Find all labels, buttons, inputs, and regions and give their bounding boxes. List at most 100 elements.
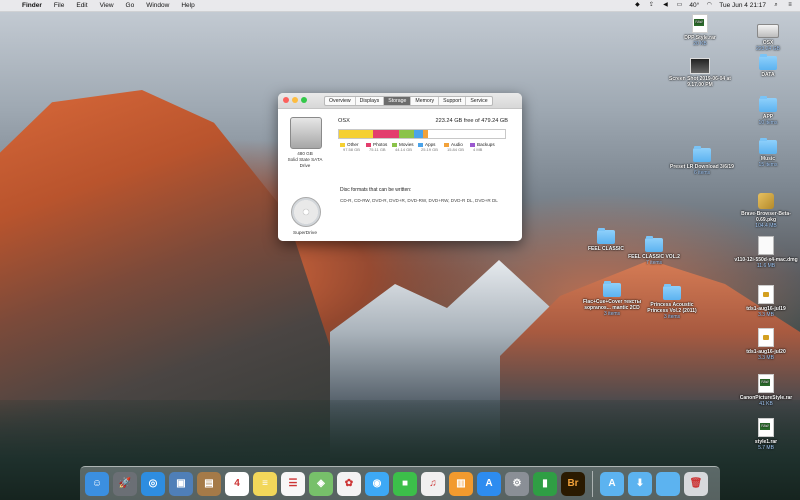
legend-item-photos: Photos 75.11 GB	[366, 142, 392, 152]
desktop-folder-app[interactable]: APP 10 items	[736, 96, 800, 126]
storage-panel: 480 GB Solid State SATA Drive OSX 223.24…	[278, 109, 522, 241]
desktop-file-dmg[interactable]: v110-12i-550d-x4-mac.dmg 11.6 MB	[734, 236, 798, 269]
dock-downloads-icon[interactable]: ⬇	[628, 471, 652, 496]
dock-messages-icon[interactable]: ◉	[365, 471, 389, 496]
desktop-folder-flac[interactable]: Flac+Cue+Cover тексты sopranos... mantic…	[580, 281, 644, 317]
dock-calendar-icon[interactable]: 4	[225, 471, 249, 496]
upload-icon[interactable]: ⇪	[647, 2, 655, 9]
file-size: 11.6 MB	[756, 263, 776, 269]
volume-icon[interactable]: ◀	[661, 2, 669, 9]
folder-icon	[663, 284, 681, 300]
tab-memory[interactable]: Memory	[411, 97, 440, 105]
menu-file[interactable]: File	[48, 2, 70, 9]
dock-system-preferences-icon[interactable]: ⚙	[505, 471, 529, 496]
folder-label: DATA	[761, 72, 775, 78]
locked-file-icon	[758, 328, 774, 347]
title-bar[interactable]: Overview Displays Storage Memory Support…	[278, 93, 522, 109]
rar-file-icon	[758, 374, 774, 393]
menu-finder[interactable]: Finder	[16, 2, 48, 9]
dock-separator	[592, 470, 593, 497]
dock-applications-icon[interactable]: A	[600, 471, 624, 496]
menu-help[interactable]: Help	[175, 2, 200, 9]
disk-image-icon	[758, 236, 774, 255]
menu-view[interactable]: View	[94, 2, 120, 9]
clock[interactable]: Tue Jun 4 21:17	[719, 2, 766, 9]
dock-photos-icon[interactable]: ✿	[337, 471, 361, 496]
tab-displays[interactable]: Displays	[356, 97, 385, 105]
notification-center-icon[interactable]: ≡	[786, 2, 794, 9]
desktop-file-tds1-jul20[interactable]: tds1-aug16-jul20 3.3 MB	[734, 328, 798, 361]
battery-icon[interactable]: ▭	[675, 2, 683, 9]
desktop-folder-feel-classic-vol2[interactable]: FEEL CLASSIC VOL.2 7 items	[622, 236, 686, 266]
dock-finder-icon[interactable]: ☺	[85, 471, 109, 496]
desktop-file-dpp-style[interactable]: DPP Style.rar 20 KB	[668, 14, 732, 47]
dock-documents-icon[interactable]	[656, 471, 680, 496]
storage-segment-movies[interactable]	[398, 130, 415, 138]
dock-bridge-icon[interactable]: Br	[561, 471, 585, 496]
file-size: 3.3 MB	[758, 312, 774, 318]
folder-icon	[759, 54, 777, 70]
desktop-file-tds1-jul19[interactable]: tds1-aug16-jul19 3.3 MB	[734, 285, 798, 318]
folder-label: Flac+Cue+Cover тексты sopranos... mantic…	[582, 299, 642, 311]
legend-swatch	[366, 142, 371, 147]
menu-go[interactable]: Go	[120, 2, 141, 9]
desktop-folder-princess[interactable]: Princess Acoustic Princess Vol.2 (2011) …	[640, 284, 704, 320]
status-area: ◆ ⇪ ◀ ▭ 40° ◠ Tue Jun 4 21:17 ⌕ ≡	[633, 2, 800, 9]
dock-trash-icon[interactable]: 🗑	[684, 471, 708, 496]
menu-edit[interactable]: Edit	[70, 2, 93, 9]
volume-name: OSX	[338, 118, 350, 124]
dock-notefile-icon[interactable]: ▤	[197, 471, 221, 496]
dock-safari-icon[interactable]: ◎	[141, 471, 165, 496]
tab-overview[interactable]: Overview	[325, 97, 356, 105]
tab-support[interactable]: Support	[439, 97, 467, 105]
desktop-folder-data[interactable]: DATA	[736, 54, 800, 78]
folder-icon	[693, 146, 711, 162]
wifi-icon[interactable]: ◠	[705, 2, 713, 9]
desktop-folder-music[interactable]: Music 15 items	[736, 138, 800, 168]
dock-app-store-icon[interactable]: A	[477, 471, 501, 496]
folder-count: 10 items	[758, 120, 778, 126]
dock-launchpad-icon[interactable]: 🚀	[113, 471, 137, 496]
desktop-file-brave-pkg[interactable]: Brave-Browser-Beta-0.69.pkg 104.4 MB	[734, 193, 798, 229]
close-button[interactable]	[283, 97, 289, 103]
desktop-file-canon-style[interactable]: CanonPictureStyle.rar 41 KB	[734, 374, 798, 407]
zoom-button[interactable]	[301, 97, 307, 103]
desktop-file-style1[interactable]: style1.rar 5.7 MB	[734, 418, 798, 451]
legend-item-backups: Backups 4 MB	[470, 142, 496, 152]
storage-usage-bar[interactable]	[338, 129, 506, 139]
free-space-text: 223.24 GB free of 479.24 GB	[435, 118, 508, 124]
dock-notes-icon[interactable]: ≡	[253, 471, 277, 496]
dock-ibooks-icon[interactable]: ▥	[449, 471, 473, 496]
dock-preview-icon[interactable]: ▣	[169, 471, 193, 496]
file-label: Screen Shot 2019-06-04 at 9.17.00 PM	[669, 76, 731, 88]
package-icon	[758, 193, 774, 209]
dock-facetime-icon[interactable]: ■	[393, 471, 417, 496]
legend-size: 97.58 GB	[343, 147, 360, 152]
menu-window[interactable]: Window	[140, 2, 175, 9]
legend-swatch	[444, 142, 449, 147]
dock-numbers-icon[interactable]: ▮	[533, 471, 557, 496]
storage-segment-apps[interactable]	[414, 130, 423, 138]
storage-segment-photos[interactable]	[372, 130, 399, 138]
storage-segment-audio[interactable]	[422, 130, 429, 138]
dock-reminders-icon[interactable]: ☰	[281, 471, 305, 496]
folder-icon	[759, 96, 777, 112]
legend-size: 25.19 GB	[421, 147, 438, 152]
tab-storage[interactable]: Storage	[384, 97, 412, 105]
rar-file-icon	[758, 418, 774, 437]
minimize-button[interactable]	[292, 97, 298, 103]
legend-swatch	[418, 142, 423, 147]
tab-service[interactable]: Service	[466, 97, 491, 105]
temperature-text[interactable]: 40°	[689, 2, 699, 9]
folder-icon	[645, 236, 663, 252]
desktop-file-screenshot[interactable]: Screen Shot 2019-06-04 at 9.17.00 PM	[668, 58, 732, 88]
storage-segment-other[interactable]	[339, 130, 373, 138]
locked-file-icon	[758, 285, 774, 304]
file-size: 104.4 MB	[755, 223, 777, 229]
desktop-drive-osx[interactable]: OSX 223.24 GB	[736, 14, 800, 52]
dock-itunes-icon[interactable]: ♫	[421, 471, 445, 496]
dock-maps-icon[interactable]: ◈	[309, 471, 333, 496]
desktop-folder-preset-lr[interactable]: Preset LR Download 3/6/19 6 items	[670, 146, 734, 176]
dropbox-icon[interactable]: ◆	[633, 2, 641, 9]
spotlight-icon[interactable]: ⌕	[772, 2, 780, 9]
